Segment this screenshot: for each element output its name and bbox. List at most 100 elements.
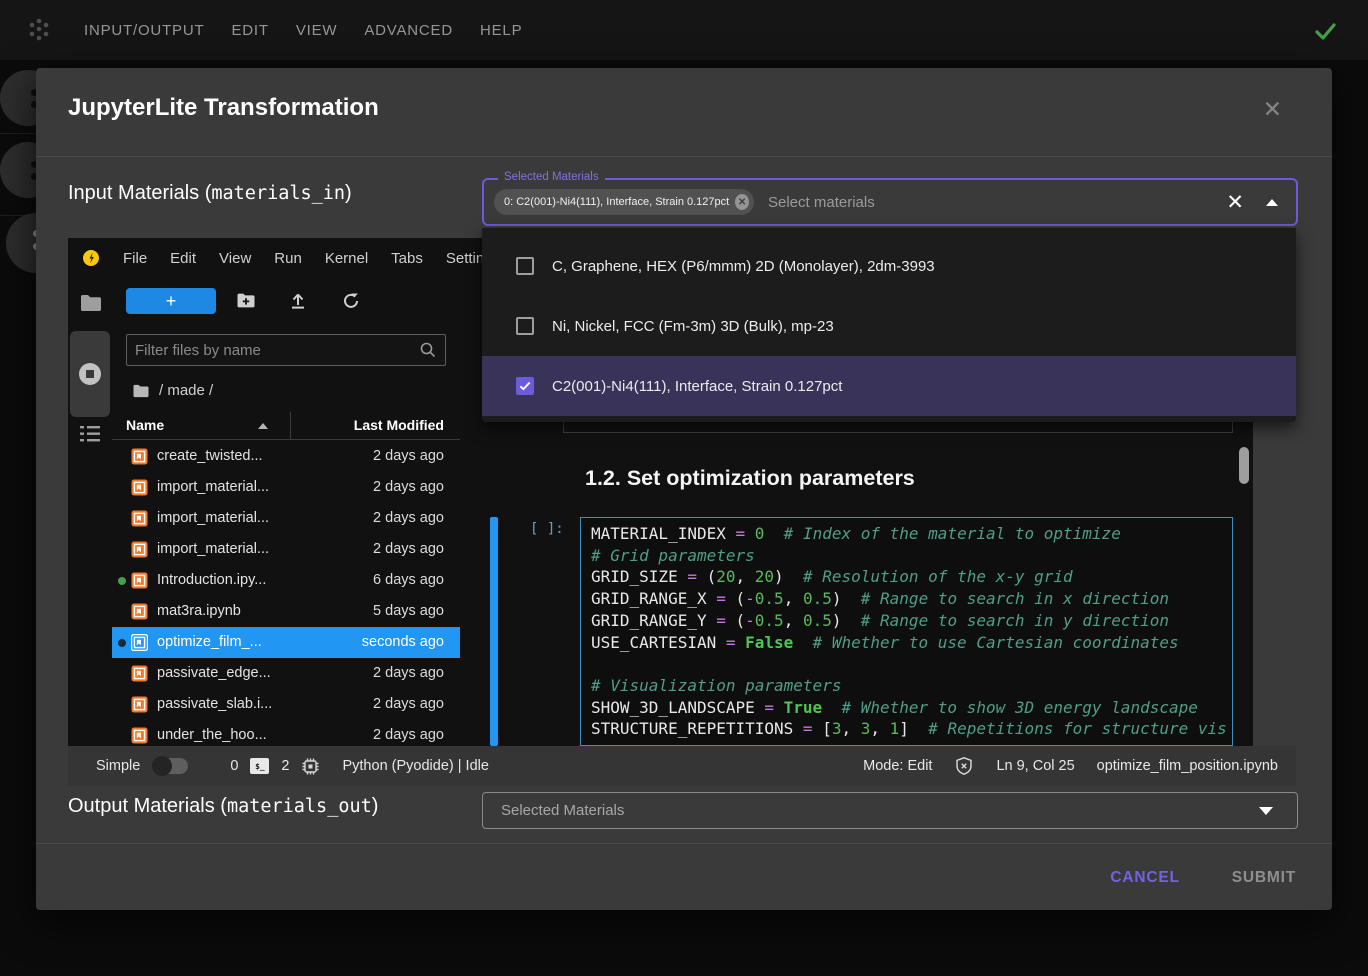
breadcrumb-path: / made / (159, 382, 213, 399)
trust-shield-icon[interactable] (954, 756, 974, 776)
simple-mode-toggle[interactable] (154, 758, 188, 774)
file-name: import_material... (157, 479, 269, 495)
dialog-actions: CANCEL SUBMIT (36, 856, 1332, 900)
code-line: USE_CARTESIAN = False # Whether to use C… (591, 632, 1222, 654)
jupyter-menu-kernel[interactable]: Kernel (325, 250, 368, 267)
divider (36, 843, 1332, 844)
file-row[interactable]: optimize_film_...seconds ago (112, 627, 460, 658)
mode-indicator[interactable]: Mode: Edit (863, 758, 932, 774)
terminal-icon[interactable]: $_ (250, 758, 269, 774)
notebook-file-icon (131, 603, 148, 620)
cursor-position[interactable]: Ln 9, Col 25 (996, 758, 1074, 774)
materials-dropdown-menu: C, Graphene, HEX (P6/mmm) 2D (Monolayer)… (482, 228, 1296, 422)
code-cell-editor[interactable]: MATERIAL_INDEX = 0 # Index of the materi… (580, 517, 1233, 746)
material-chip[interactable]: 0: C2(001)-Ni4(111), Interface, Strain 0… (494, 189, 754, 215)
search-icon (419, 341, 437, 359)
material-checkbox[interactable] (516, 257, 534, 275)
top-menu: INPUT/OUTPUT EDIT VIEW ADVANCED HELP (84, 0, 522, 60)
top-menu-help[interactable]: HELP (480, 22, 522, 39)
notebook-scrollbar-thumb[interactable] (1239, 447, 1249, 484)
file-name: passivate_slab.i... (157, 696, 272, 712)
chip-remove-icon[interactable]: ✕ (735, 194, 749, 210)
file-name: optimize_film_... (157, 634, 262, 650)
notebook-section-heading: 1.2. Set optimization parameters (585, 466, 915, 491)
material-option[interactable]: C2(001)-Ni4(111), Interface, Strain 0.12… (482, 356, 1296, 416)
new-folder-icon[interactable] (236, 291, 256, 316)
clear-selection-icon[interactable]: ✕ (1226, 192, 1244, 213)
top-menu-advanced[interactable]: ADVANCED (364, 22, 453, 39)
kernel-chip-icon[interactable] (301, 757, 320, 776)
file-browser-icon[interactable] (80, 294, 102, 317)
file-name: create_twisted... (157, 448, 263, 464)
file-row[interactable]: import_material...2 days ago (112, 503, 460, 534)
active-filename: optimize_film_position.ipynb (1097, 758, 1278, 774)
material-option-label: C, Graphene, HEX (P6/mmm) 2D (Monolayer)… (552, 258, 935, 275)
file-row[interactable]: passivate_slab.i...2 days ago (112, 689, 460, 720)
file-modified: 2 days ago (373, 479, 444, 495)
file-row[interactable]: under_the_hoo...2 days ago (112, 720, 460, 746)
active-cell-indicator[interactable] (490, 517, 498, 746)
running-kernels-icon[interactable] (77, 361, 103, 392)
upload-icon[interactable] (288, 291, 308, 316)
file-row[interactable]: import_material... 2 days ago (112, 534, 460, 565)
filter-files-input[interactable] (135, 342, 419, 359)
jupyter-menu-edit[interactable]: Edit (170, 250, 196, 267)
table-of-contents-icon[interactable] (79, 424, 101, 449)
input-materials-label: Input Materials (materials_in) (68, 182, 352, 205)
kernel-status[interactable]: Python (Pyodide) | Idle (342, 758, 488, 774)
filter-files-box (126, 334, 446, 366)
jupyterlite-transformation-dialog: JupyterLite Transformation ✕ Input Mater… (36, 68, 1332, 910)
file-modified: 6 days ago (373, 572, 444, 588)
file-row[interactable]: passivate_edge...2 days ago (112, 658, 460, 689)
code-line: STRUCTURE_REPETITIONS = [3, 3, 1] # Repe… (591, 718, 1222, 740)
folder-icon (133, 384, 149, 398)
selected-materials-field[interactable]: Selected Materials 0: C2(001)-Ni4(111), … (482, 178, 1298, 226)
cancel-button[interactable]: CANCEL (1110, 869, 1179, 887)
file-row[interactable]: create_twisted... 2 days ago (112, 441, 460, 472)
file-status-dot (118, 639, 126, 647)
file-name: import_material... (157, 510, 269, 526)
notebook-file-icon (131, 634, 148, 651)
collapse-dropdown-icon[interactable] (1266, 199, 1278, 206)
material-option[interactable]: C, Graphene, HEX (P6/mmm) 2D (Monolayer)… (482, 236, 1296, 296)
file-row[interactable]: Introduction.ipy...6 days ago (112, 565, 460, 596)
breadcrumb[interactable]: / made / (133, 382, 213, 399)
simple-mode-label: Simple (96, 758, 140, 774)
file-name: import_material... (157, 541, 269, 557)
file-row[interactable]: mat3ra.ipynb5 days ago (112, 596, 460, 627)
material-checkbox[interactable] (516, 317, 534, 335)
sort-ascending-icon[interactable] (258, 423, 268, 429)
file-modified: 2 days ago (373, 448, 444, 464)
terminals-count: 0 (230, 758, 238, 774)
expand-dropdown-icon (1259, 807, 1273, 815)
jupyter-menu-file[interactable]: File (123, 250, 147, 267)
submit-button[interactable]: SUBMIT (1232, 869, 1296, 887)
dialog-close-icon[interactable]: ✕ (1263, 98, 1282, 121)
success-check-icon[interactable] (1310, 16, 1340, 51)
code-line: # Grid parameters (591, 545, 1222, 567)
top-menu-edit[interactable]: EDIT (231, 22, 268, 39)
file-modified: 2 days ago (373, 541, 444, 557)
jupyter-menu-run[interactable]: Run (274, 250, 302, 267)
file-name: under_the_hoo... (157, 727, 267, 743)
column-name[interactable]: Name (126, 417, 164, 433)
file-modified: 2 days ago (373, 665, 444, 681)
file-row[interactable]: import_material... 2 days ago (112, 472, 460, 503)
kernels-count: 2 (281, 758, 289, 774)
jupyter-menu-view[interactable]: View (219, 250, 251, 267)
notebook-file-icon (131, 541, 148, 558)
notebook-file-icon (131, 572, 148, 589)
top-menu-view[interactable]: VIEW (296, 22, 338, 39)
output-materials-select[interactable]: Selected Materials (482, 792, 1298, 829)
output-materials-label: Output Materials (materials_out) (68, 795, 378, 818)
refresh-icon[interactable] (341, 291, 361, 316)
dialog-title: JupyterLite Transformation (68, 94, 379, 122)
top-menu-input-output[interactable]: INPUT/OUTPUT (84, 22, 204, 39)
jupyter-menu-tabs[interactable]: Tabs (391, 250, 423, 267)
notebook-file-icon (131, 696, 148, 713)
material-option[interactable]: Ni, Nickel, FCC (Fm-3m) 3D (Bulk), mp-23 (482, 296, 1296, 356)
app-logo-icon[interactable] (24, 15, 54, 50)
new-launcher-button[interactable]: + (126, 288, 216, 314)
column-last-modified[interactable]: Last Modified (354, 417, 444, 433)
material-checkbox[interactable] (516, 377, 534, 395)
